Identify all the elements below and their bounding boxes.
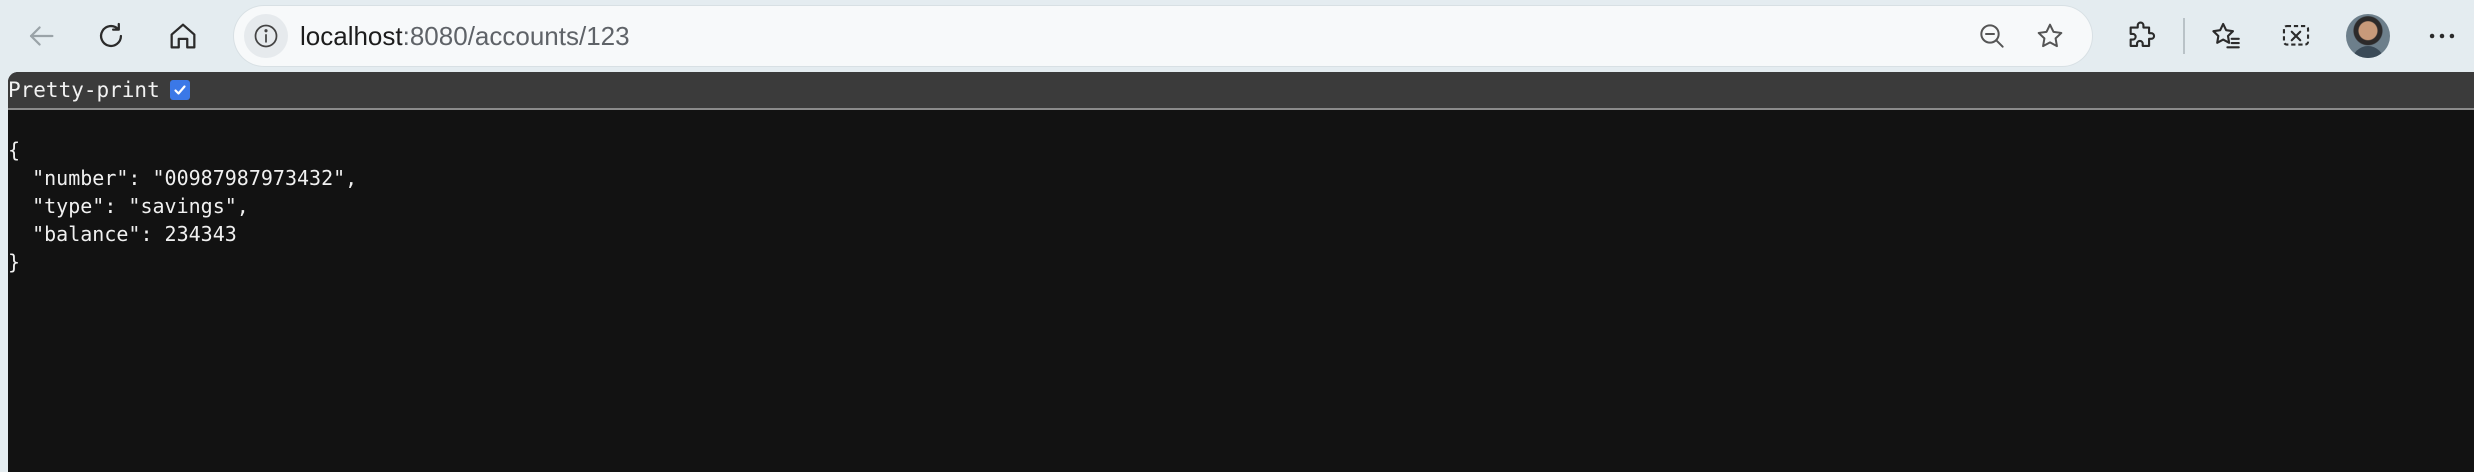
- site-info-button[interactable]: [244, 14, 288, 58]
- json-line: "type": "savings",: [8, 194, 249, 218]
- pretty-print-label: Pretty-print: [8, 78, 160, 102]
- json-line: }: [8, 250, 21, 274]
- info-icon: [254, 24, 278, 48]
- star-icon: [2037, 23, 2063, 48]
- favorites-button[interactable]: [2204, 14, 2248, 58]
- page-viewport: Pretty-print { "number": "00987987973432…: [8, 72, 2474, 472]
- home-button[interactable]: [158, 11, 208, 61]
- collections-icon: [2282, 25, 2310, 46]
- json-line: "balance": 234343: [8, 222, 237, 246]
- avatar[interactable]: [2346, 14, 2390, 58]
- json-line: {: [8, 138, 21, 162]
- more-icon: [2429, 33, 2455, 39]
- url-host: localhost: [300, 21, 403, 51]
- add-favorite-button[interactable]: [2032, 18, 2068, 54]
- json-content: { "number": "00987987973432", "type": "s…: [8, 136, 357, 276]
- url-path: :8080/accounts/123: [402, 21, 630, 51]
- more-button[interactable]: [2420, 14, 2464, 58]
- reload-icon: [99, 22, 123, 48]
- collections-button[interactable]: [2274, 14, 2318, 58]
- json-line: "number": "00987987973432",: [8, 166, 358, 190]
- toolbar-divider: [2183, 18, 2185, 54]
- url-text[interactable]: localhost:8080/accounts/123: [300, 6, 630, 66]
- back-button[interactable]: [16, 11, 66, 61]
- extensions-button[interactable]: [2120, 14, 2164, 58]
- pretty-print-bar: Pretty-print: [8, 72, 2474, 110]
- browser-toolbar: localhost:8080/accounts/123: [0, 0, 2474, 72]
- checkmark-icon: [174, 85, 186, 95]
- pretty-print-checkbox[interactable]: [170, 80, 190, 100]
- zoom-button[interactable]: [1974, 18, 2010, 54]
- home-icon: [170, 23, 196, 49]
- extensions-icon: [2129, 21, 2156, 47]
- reload-button[interactable]: [86, 11, 136, 61]
- arrow-left-icon: [29, 26, 54, 46]
- address-bar[interactable]: localhost:8080/accounts/123: [234, 6, 2092, 66]
- zoom-out-icon: [1980, 24, 2004, 48]
- favorites-icon: [2212, 22, 2240, 49]
